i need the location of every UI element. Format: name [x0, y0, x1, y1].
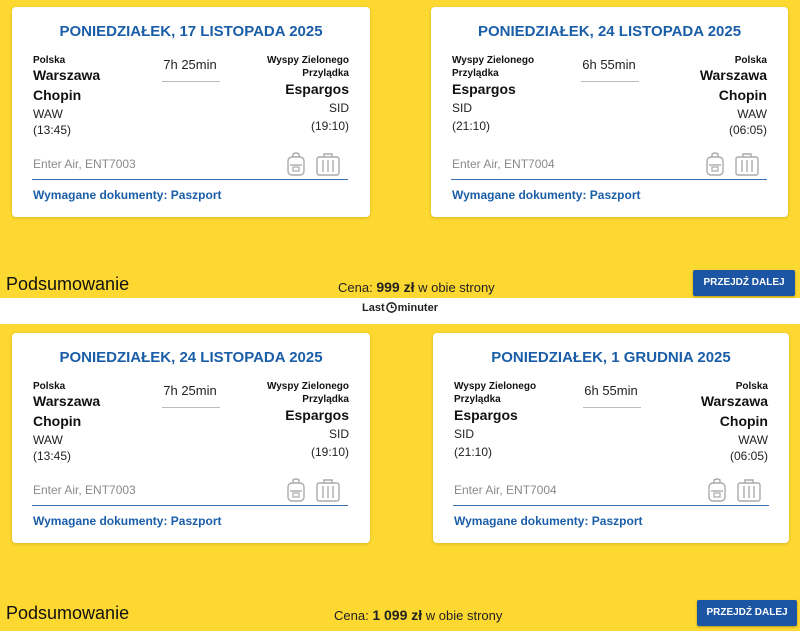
flight-card-inbound: PONIEDZIAŁEK, 24 LISTOPADA 2025 Wyspy Zi… [431, 7, 788, 217]
departure-time: (21:10) [454, 445, 493, 459]
flight-arrow [583, 407, 641, 408]
flight-card-inbound: PONIEDZIAŁEK, 1 GRUDNIA 2025 Wyspy Zielo… [433, 333, 789, 543]
divider [451, 179, 767, 180]
departure-time: (13:45) [33, 123, 72, 137]
arrival-time: (06:05) [728, 123, 767, 137]
divider [32, 179, 348, 180]
flight-card-outbound: PONIEDZIAŁEK, 24 LISTOPADA 2025 Polska W… [12, 333, 370, 543]
backpack-icon [707, 477, 727, 503]
departure-country: Wyspy Zielonego Przylądka [452, 55, 535, 79]
required-documents: Wymagane dokumenty: Paszport [452, 188, 641, 202]
flight-duration: 7h 25min [163, 57, 217, 72]
continue-button[interactable]: PRZEJDŹ DALEJ [697, 600, 797, 626]
airline-flight-number: Enter Air, ENT7003 [33, 483, 136, 497]
arrival-country: Wyspy Zielonego Przylądka [266, 381, 349, 405]
arrival-code: SID [328, 101, 349, 115]
suitcase-icon [735, 152, 759, 176]
arrival-city: Espargos [285, 81, 349, 97]
flight-duration: 7h 25min [163, 383, 217, 398]
required-documents: Wymagane dokumenty: Paszport [33, 188, 222, 202]
flight-card-outbound: PONIEDZIAŁEK, 17 LISTOPADA 2025 Polska W… [12, 7, 370, 217]
backpack-icon [286, 151, 306, 177]
arrival-time: (19:10) [310, 445, 349, 459]
arrival-city: Espargos [285, 407, 349, 423]
flight-duration: 6h 55min [582, 57, 636, 72]
arrival-airport: Chopin [719, 413, 768, 429]
required-documents: Wymagane dokumenty: Paszport [33, 514, 222, 528]
summary-label: Podsumowanie [6, 603, 130, 623]
departure-country: Wyspy Zielonego Przylądka [454, 381, 537, 405]
flight-date: PONIEDZIAŁEK, 24 LISTOPADA 2025 [59, 349, 323, 366]
arrival-airport: Chopin [718, 87, 767, 103]
departure-city: Warszawa [33, 393, 101, 409]
flight-arrow [162, 407, 220, 408]
departure-airport: Chopin [33, 413, 82, 429]
airline-flight-number: Enter Air, ENT7003 [33, 157, 136, 171]
flight-date: PONIEDZIAŁEK, 1 GRUDNIA 2025 [491, 349, 731, 366]
airline-flight-number: Enter Air, ENT7004 [452, 157, 555, 171]
flight-duration: 6h 55min [584, 383, 638, 398]
departure-code: SID [454, 427, 475, 441]
arrival-time: (19:10) [310, 119, 349, 133]
summary-label: Podsumowanie [6, 274, 130, 294]
required-documents: Wymagane dokumenty: Paszport [454, 514, 643, 528]
continue-button[interactable]: PRZEJDŹ DALEJ [693, 270, 795, 296]
price-value: 999 zł [376, 279, 415, 295]
departure-city: Warszawa [33, 67, 101, 83]
divider [453, 505, 769, 506]
departure-city: Espargos [454, 407, 518, 423]
flight-date: PONIEDZIAŁEK, 24 LISTOPADA 2025 [477, 23, 742, 40]
price-line: Cena: 1 099 zł w obie strony [334, 607, 503, 623]
arrival-city: Warszawa [699, 67, 767, 83]
clock-logo-icon [385, 302, 397, 313]
price-line: Cena: 999 zł w obie strony [338, 279, 495, 295]
departure-airport: Chopin [33, 87, 82, 103]
airline-flight-number: Enter Air, ENT7004 [454, 483, 557, 497]
price-value: 1 099 zł [372, 607, 423, 623]
divider [32, 505, 348, 506]
backpack-icon [286, 477, 306, 503]
backpack-icon [705, 151, 725, 177]
departure-time: (21:10) [452, 119, 491, 133]
departure-code: SID [452, 101, 473, 115]
flight-date: PONIEDZIAŁEK, 17 LISTOPADA 2025 [59, 23, 323, 40]
arrival-country: Wyspy Zielonego Przylądka [266, 55, 349, 79]
arrival-time: (06:05) [729, 449, 768, 463]
arrival-code: SID [328, 427, 349, 441]
arrival-city: Warszawa [700, 393, 768, 409]
departure-time: (13:45) [33, 449, 72, 463]
lastminuter-logo: Last minuter [362, 302, 438, 314]
departure-city: Espargos [452, 81, 516, 97]
suitcase-icon [316, 152, 340, 176]
flight-arrow [581, 81, 639, 82]
suitcase-icon [737, 478, 761, 502]
suitcase-icon [316, 478, 340, 502]
flight-arrow [162, 81, 220, 82]
